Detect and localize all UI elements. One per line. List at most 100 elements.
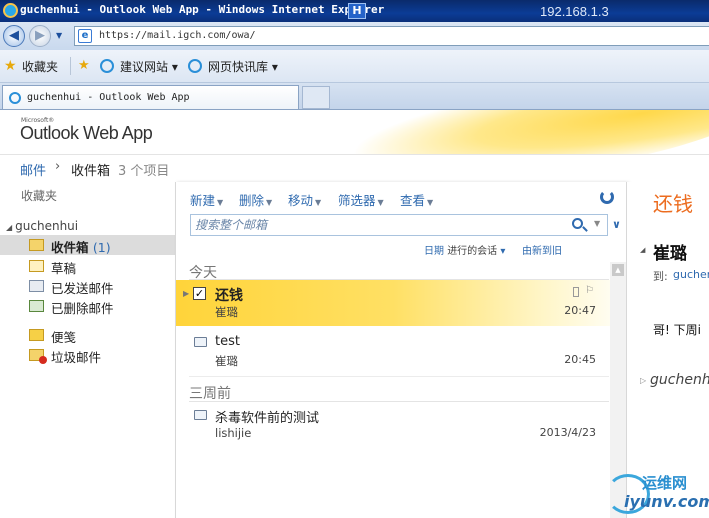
reading-recipient[interactable]: gucher xyxy=(673,268,709,281)
mail-item-checkbox[interactable]: ✓ xyxy=(193,287,206,300)
folder-notes-label: 便笺 xyxy=(51,330,77,345)
move-caret-icon: ▼ xyxy=(315,198,322,207)
view-caret-icon: ▼ xyxy=(427,198,434,207)
junk-mail-icon xyxy=(29,349,47,364)
filter-button[interactable]: 筛选器 ▼ xyxy=(338,190,384,209)
folder-pane: 收藏夹 ◢ guchenhui 收件箱 (1) 草稿 已发送邮件 已删除邮件 便笺… xyxy=(0,182,175,518)
mail-subject: 杀毒软件前的测试 xyxy=(215,411,320,426)
mail-time: 20:45 xyxy=(564,353,596,366)
web-slice-gallery-label: 网页快讯库 xyxy=(208,60,269,74)
mail-item[interactable]: 杀毒软件前的测试 lishijie 2013/4/23 xyxy=(176,402,610,448)
folder-drafts[interactable]: 草稿 xyxy=(0,256,175,276)
reading-body: 哥! 下周i xyxy=(653,323,701,337)
window-title: guchenhui - Outlook Web App - Windows In… xyxy=(20,3,385,16)
browser-tab-owa[interactable]: guchenhui - Outlook Web App xyxy=(2,85,299,109)
address-url[interactable]: https://mail.igch.com/owa/ xyxy=(99,30,256,41)
folder-drafts-label: 草稿 xyxy=(51,261,77,276)
new-tab-button[interactable] xyxy=(302,86,330,109)
message-list-pane: 新建▼ 删除▼ 移动▼ 筛选器▼ 查看▼ ▼ ∨ 日期 进行的会话 ▾ 由新到旧… xyxy=(175,182,627,518)
suggested-sites-label: 建议网站 xyxy=(120,60,169,74)
search-icon[interactable] xyxy=(572,218,583,229)
scroll-up-icon[interactable]: ▲ xyxy=(612,264,624,276)
folder-junk-mail[interactable]: 垃圾邮件 xyxy=(0,345,175,365)
folder-junk-label: 垃圾邮件 xyxy=(51,350,102,365)
back-button[interactable]: ◀ xyxy=(3,25,25,47)
folder-deleted-label: 已删除邮件 xyxy=(51,301,114,316)
folder-inbox-label: 收件箱 xyxy=(51,240,89,255)
search-input[interactable] xyxy=(195,217,565,233)
inbox-icon xyxy=(29,239,44,251)
category-icon[interactable] xyxy=(573,287,579,297)
item-divider xyxy=(189,376,609,377)
web-slice-gallery-link[interactable]: 网页快讯库 ▾ xyxy=(208,58,278,75)
favorites-button[interactable]: 收藏夹 xyxy=(22,58,58,75)
expand-search-icon[interactable]: ∨ xyxy=(612,218,621,231)
favorites-bar: ★ 收藏夹 ★ 建议网站 ▾ 网页快讯库 ▾ xyxy=(0,50,709,83)
mail-time: 20:47 xyxy=(564,304,596,317)
new-button[interactable]: 新建 ▼ xyxy=(190,190,223,209)
collapse-triangle-icon: ◢ xyxy=(6,223,13,232)
folder-notes[interactable]: 便笺 xyxy=(0,325,175,345)
input-method-badge[interactable]: H xyxy=(348,3,366,19)
mail-subject: 还钱 xyxy=(215,288,243,304)
page-icon: e xyxy=(78,29,92,43)
favorites-separator xyxy=(70,57,71,75)
breadcrumb-separator: › xyxy=(55,159,61,174)
reading-sender[interactable]: 崔璐 xyxy=(653,239,687,264)
reading-subject: 还钱 xyxy=(653,192,693,216)
group-header-three-weeks-ago: 三周前 xyxy=(189,386,231,402)
ie-logo-icon xyxy=(3,3,18,18)
mail-sender: 崔璐 xyxy=(215,354,238,368)
mail-time: 2013/4/23 xyxy=(539,426,596,439)
folder-deleted-items[interactable]: 已删除邮件 xyxy=(0,296,175,316)
tab-ie-icon xyxy=(9,92,21,104)
view-button[interactable]: 查看 ▼ xyxy=(400,190,433,209)
breadcrumb-inbox: 收件箱 xyxy=(71,164,111,179)
drafts-icon xyxy=(29,260,44,272)
header-swoosh-decoration xyxy=(344,110,709,154)
search-box[interactable]: ▼ xyxy=(190,214,608,236)
mail-toolbar: 新建 ▼ 删除 ▼ 移动 ▼ 筛选器 ▼ 查看 ▼ xyxy=(190,190,610,208)
folder-sent-items[interactable]: 已发送邮件 xyxy=(0,276,175,296)
tab-title: guchenhui - Outlook Web App xyxy=(27,92,190,103)
search-scope-dropdown-icon[interactable]: ▼ xyxy=(594,219,600,228)
suggested-sites-link[interactable]: 建议网站 ▾ xyxy=(120,58,178,75)
delete-button-label: 删除 xyxy=(239,193,265,208)
sort-conversation-label: 进行的会话 xyxy=(447,246,498,257)
window-title-bar: guchenhui - Outlook Web App - Windows In… xyxy=(0,0,709,22)
breadcrumb: 邮件 › 收件箱 3 个项目 xyxy=(0,154,709,182)
mail-sender: 崔璐 xyxy=(215,305,238,319)
mail-item-selected[interactable]: ▶ ✓ 还钱 崔璐 ⚐ 20:47 xyxy=(176,280,610,326)
new-button-label: 新建 xyxy=(190,193,216,208)
site-watermark: 运维网 iyunv.com xyxy=(606,470,709,518)
suggested-sites-icon xyxy=(100,59,114,73)
recent-pages-dropdown-icon[interactable]: ▼ xyxy=(56,31,62,40)
folder-unread-count: (1) xyxy=(92,240,111,255)
mail-item[interactable]: test 崔璐 20:45 xyxy=(176,329,610,375)
folder-label: 收件箱 (1) xyxy=(51,237,111,256)
flag-icon[interactable]: ⚐ xyxy=(585,285,594,296)
folder-sent-label: 已发送邮件 xyxy=(51,281,114,296)
breadcrumb-mail-link[interactable]: 邮件 xyxy=(20,160,46,179)
address-bar[interactable]: e https://mail.igch.com/owa/ xyxy=(74,26,709,46)
owa-header: Microsoft® Outlook Web App xyxy=(0,110,709,154)
sender-expand-icon[interactable]: ◢ xyxy=(640,246,645,254)
add-favorite-icon[interactable]: ★ xyxy=(78,58,90,73)
read-envelope-icon xyxy=(194,410,207,420)
sort-by-date-button[interactable]: 日期 进行的会话 ▾ xyxy=(424,242,505,257)
filter-button-label: 筛选器 xyxy=(338,193,376,208)
folder-favorites-header[interactable]: 收藏夹 xyxy=(21,187,57,204)
reading-thread-item[interactable]: guchenh xyxy=(650,372,709,388)
delete-caret-icon: ▼ xyxy=(266,198,273,207)
sent-items-icon xyxy=(29,280,44,292)
delete-button[interactable]: 删除 ▼ xyxy=(239,190,272,209)
move-button[interactable]: 移动 ▼ xyxy=(288,190,321,209)
thread-expand-icon[interactable]: ▷ xyxy=(640,376,646,385)
mailbox-account[interactable]: ◢ guchenhui xyxy=(6,219,78,233)
sort-order-button[interactable]: 由新到旧 xyxy=(522,242,562,257)
forward-button[interactable]: ▶ xyxy=(29,25,51,47)
remote-ip-label: 192.168.1.3 xyxy=(540,4,609,19)
folder-inbox[interactable]: 收件箱 (1) xyxy=(0,235,175,255)
refresh-icon[interactable] xyxy=(600,190,614,204)
breadcrumb-item-count: 3 个项目 xyxy=(118,164,170,179)
